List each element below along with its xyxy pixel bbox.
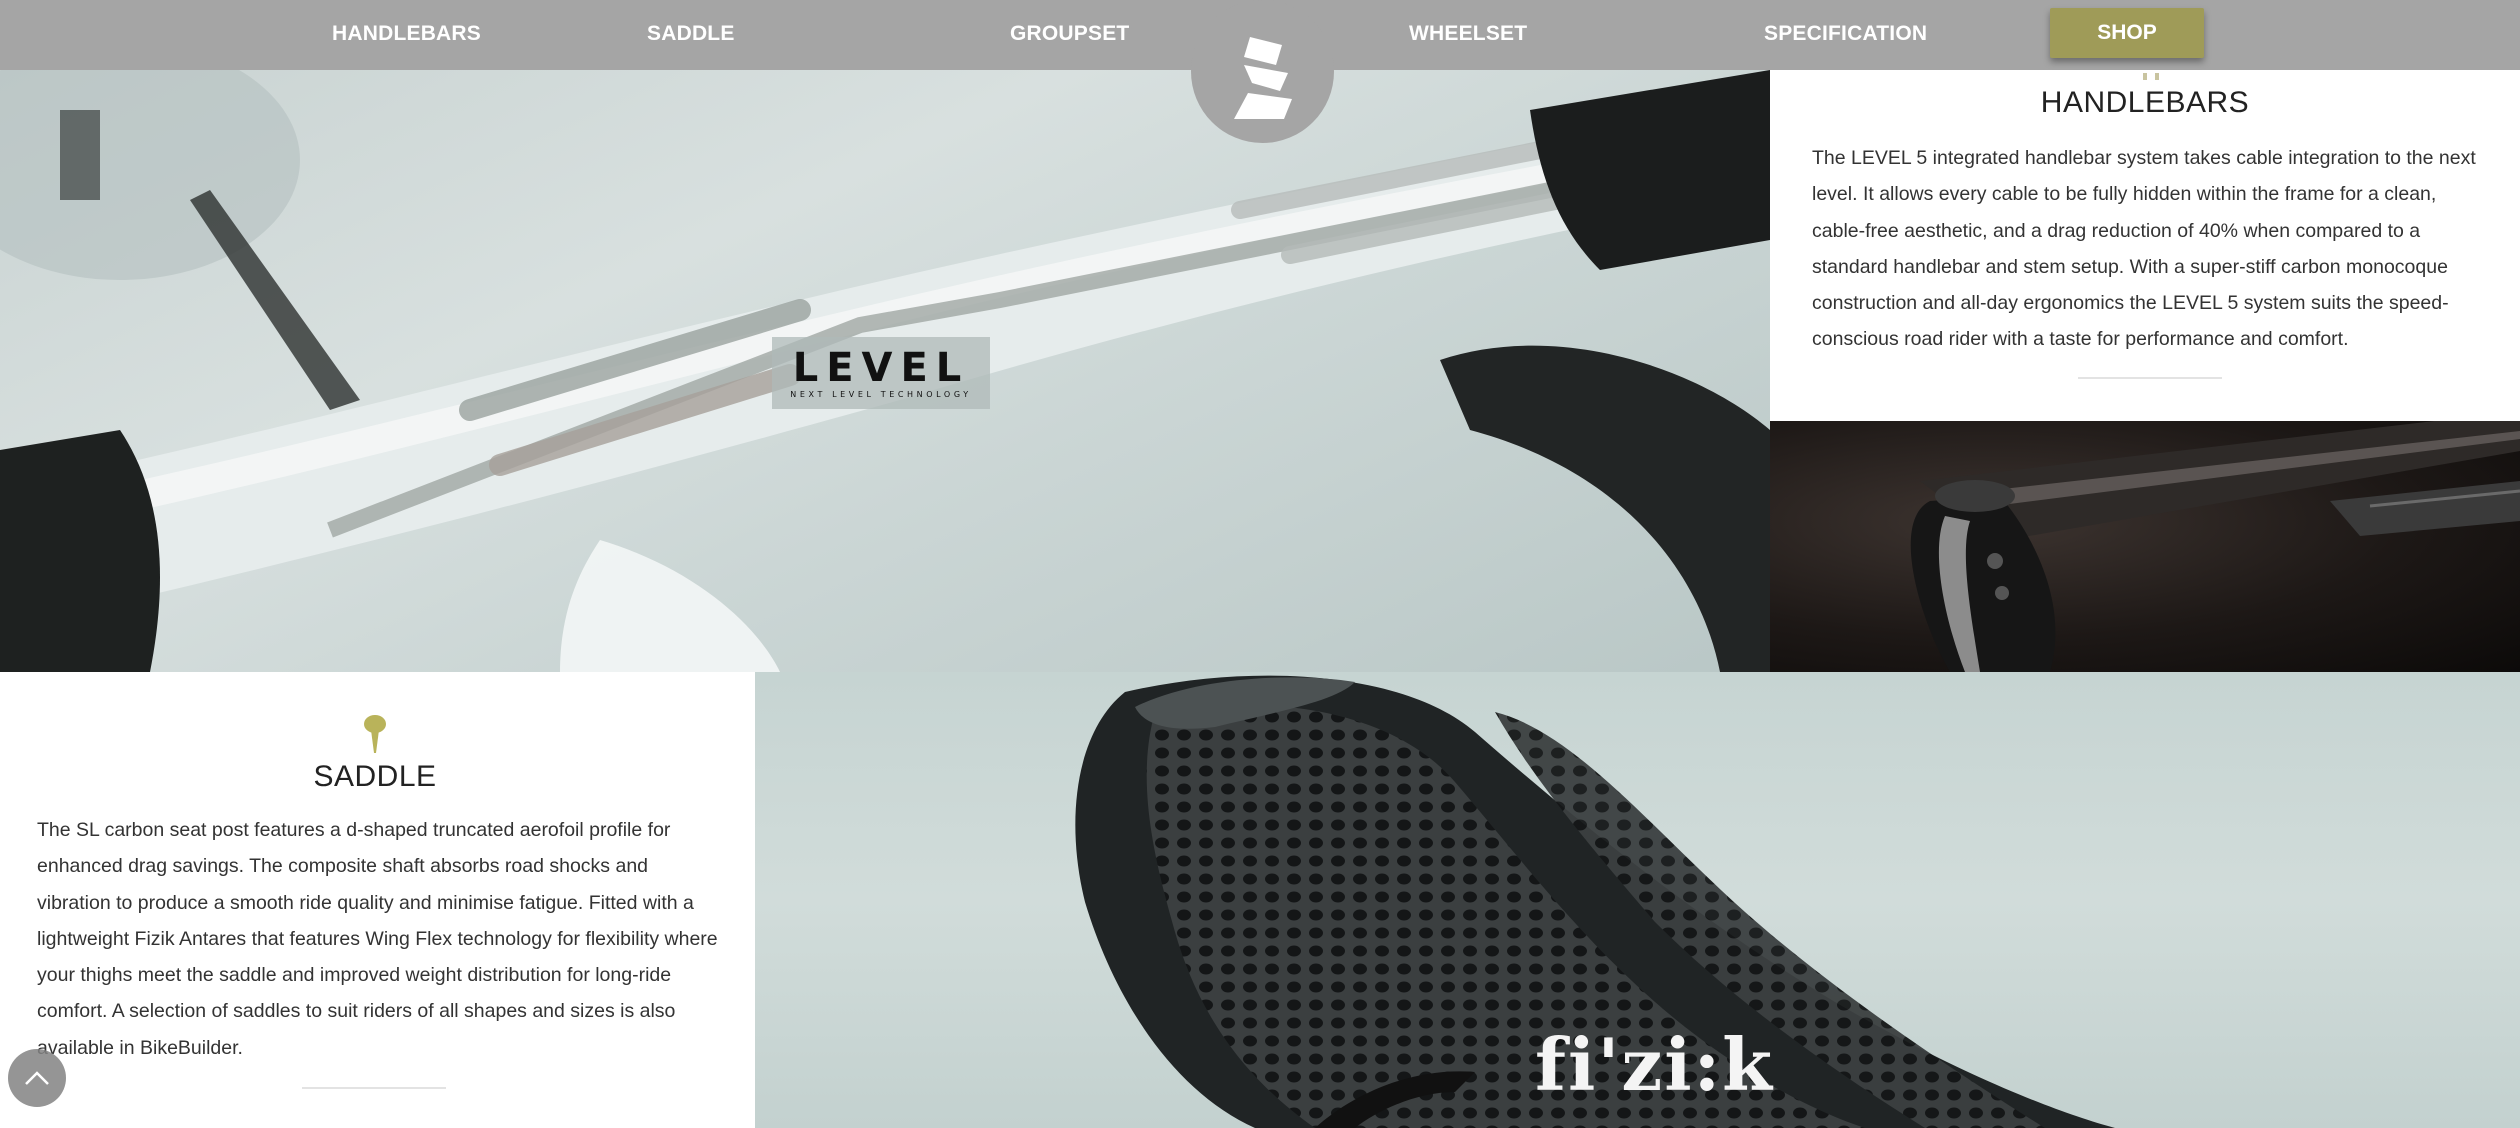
nav-handlebars[interactable]: HANDLEBARS [332, 0, 481, 70]
shop-button[interactable]: SHOP [2050, 8, 2204, 58]
saddle-hero-image: fi'zi:k [755, 672, 2520, 1128]
level-logo-word: LEVEL [792, 344, 970, 391]
stem-photo [1770, 421, 2520, 672]
chevron-up-icon [25, 1071, 49, 1085]
fizik-brand-logo: fi'zi:k [1535, 1022, 1775, 1107]
nav-wheelset[interactable]: WHEELSET [1409, 0, 1527, 70]
nav-specification[interactable]: SPECIFICATION [1764, 0, 1927, 70]
handlebar-icon [2131, 70, 2171, 80]
saddle-divider [302, 1087, 446, 1089]
level-brand-badge: LEVEL NEXT LEVEL TECHNOLOGY [772, 337, 990, 409]
brand-logo[interactable] [1191, 0, 1334, 143]
handlebars-divider [2078, 377, 2222, 379]
handlebars-description: The LEVEL 5 integrated handlebar system … [1812, 147, 2476, 351]
seatpost-pin-icon [364, 715, 386, 753]
scroll-to-top-button[interactable] [8, 1049, 66, 1107]
handlebar-hero-image: LEVEL NEXT LEVEL TECHNOLOGY [0, 70, 1770, 672]
brand-logo-icon [1233, 36, 1292, 119]
saddle-description: The SL carbon seat post features a d-sha… [37, 819, 718, 1059]
nav-saddle[interactable]: SADDLE [647, 0, 735, 70]
level-logo-tagline: NEXT LEVEL TECHNOLOGY [790, 389, 972, 399]
handlebars-title: HANDLEBARS [2040, 86, 2250, 119]
nav-groupset[interactable]: GROUPSET [1010, 0, 1129, 70]
saddle-title: SADDLE [313, 760, 437, 793]
